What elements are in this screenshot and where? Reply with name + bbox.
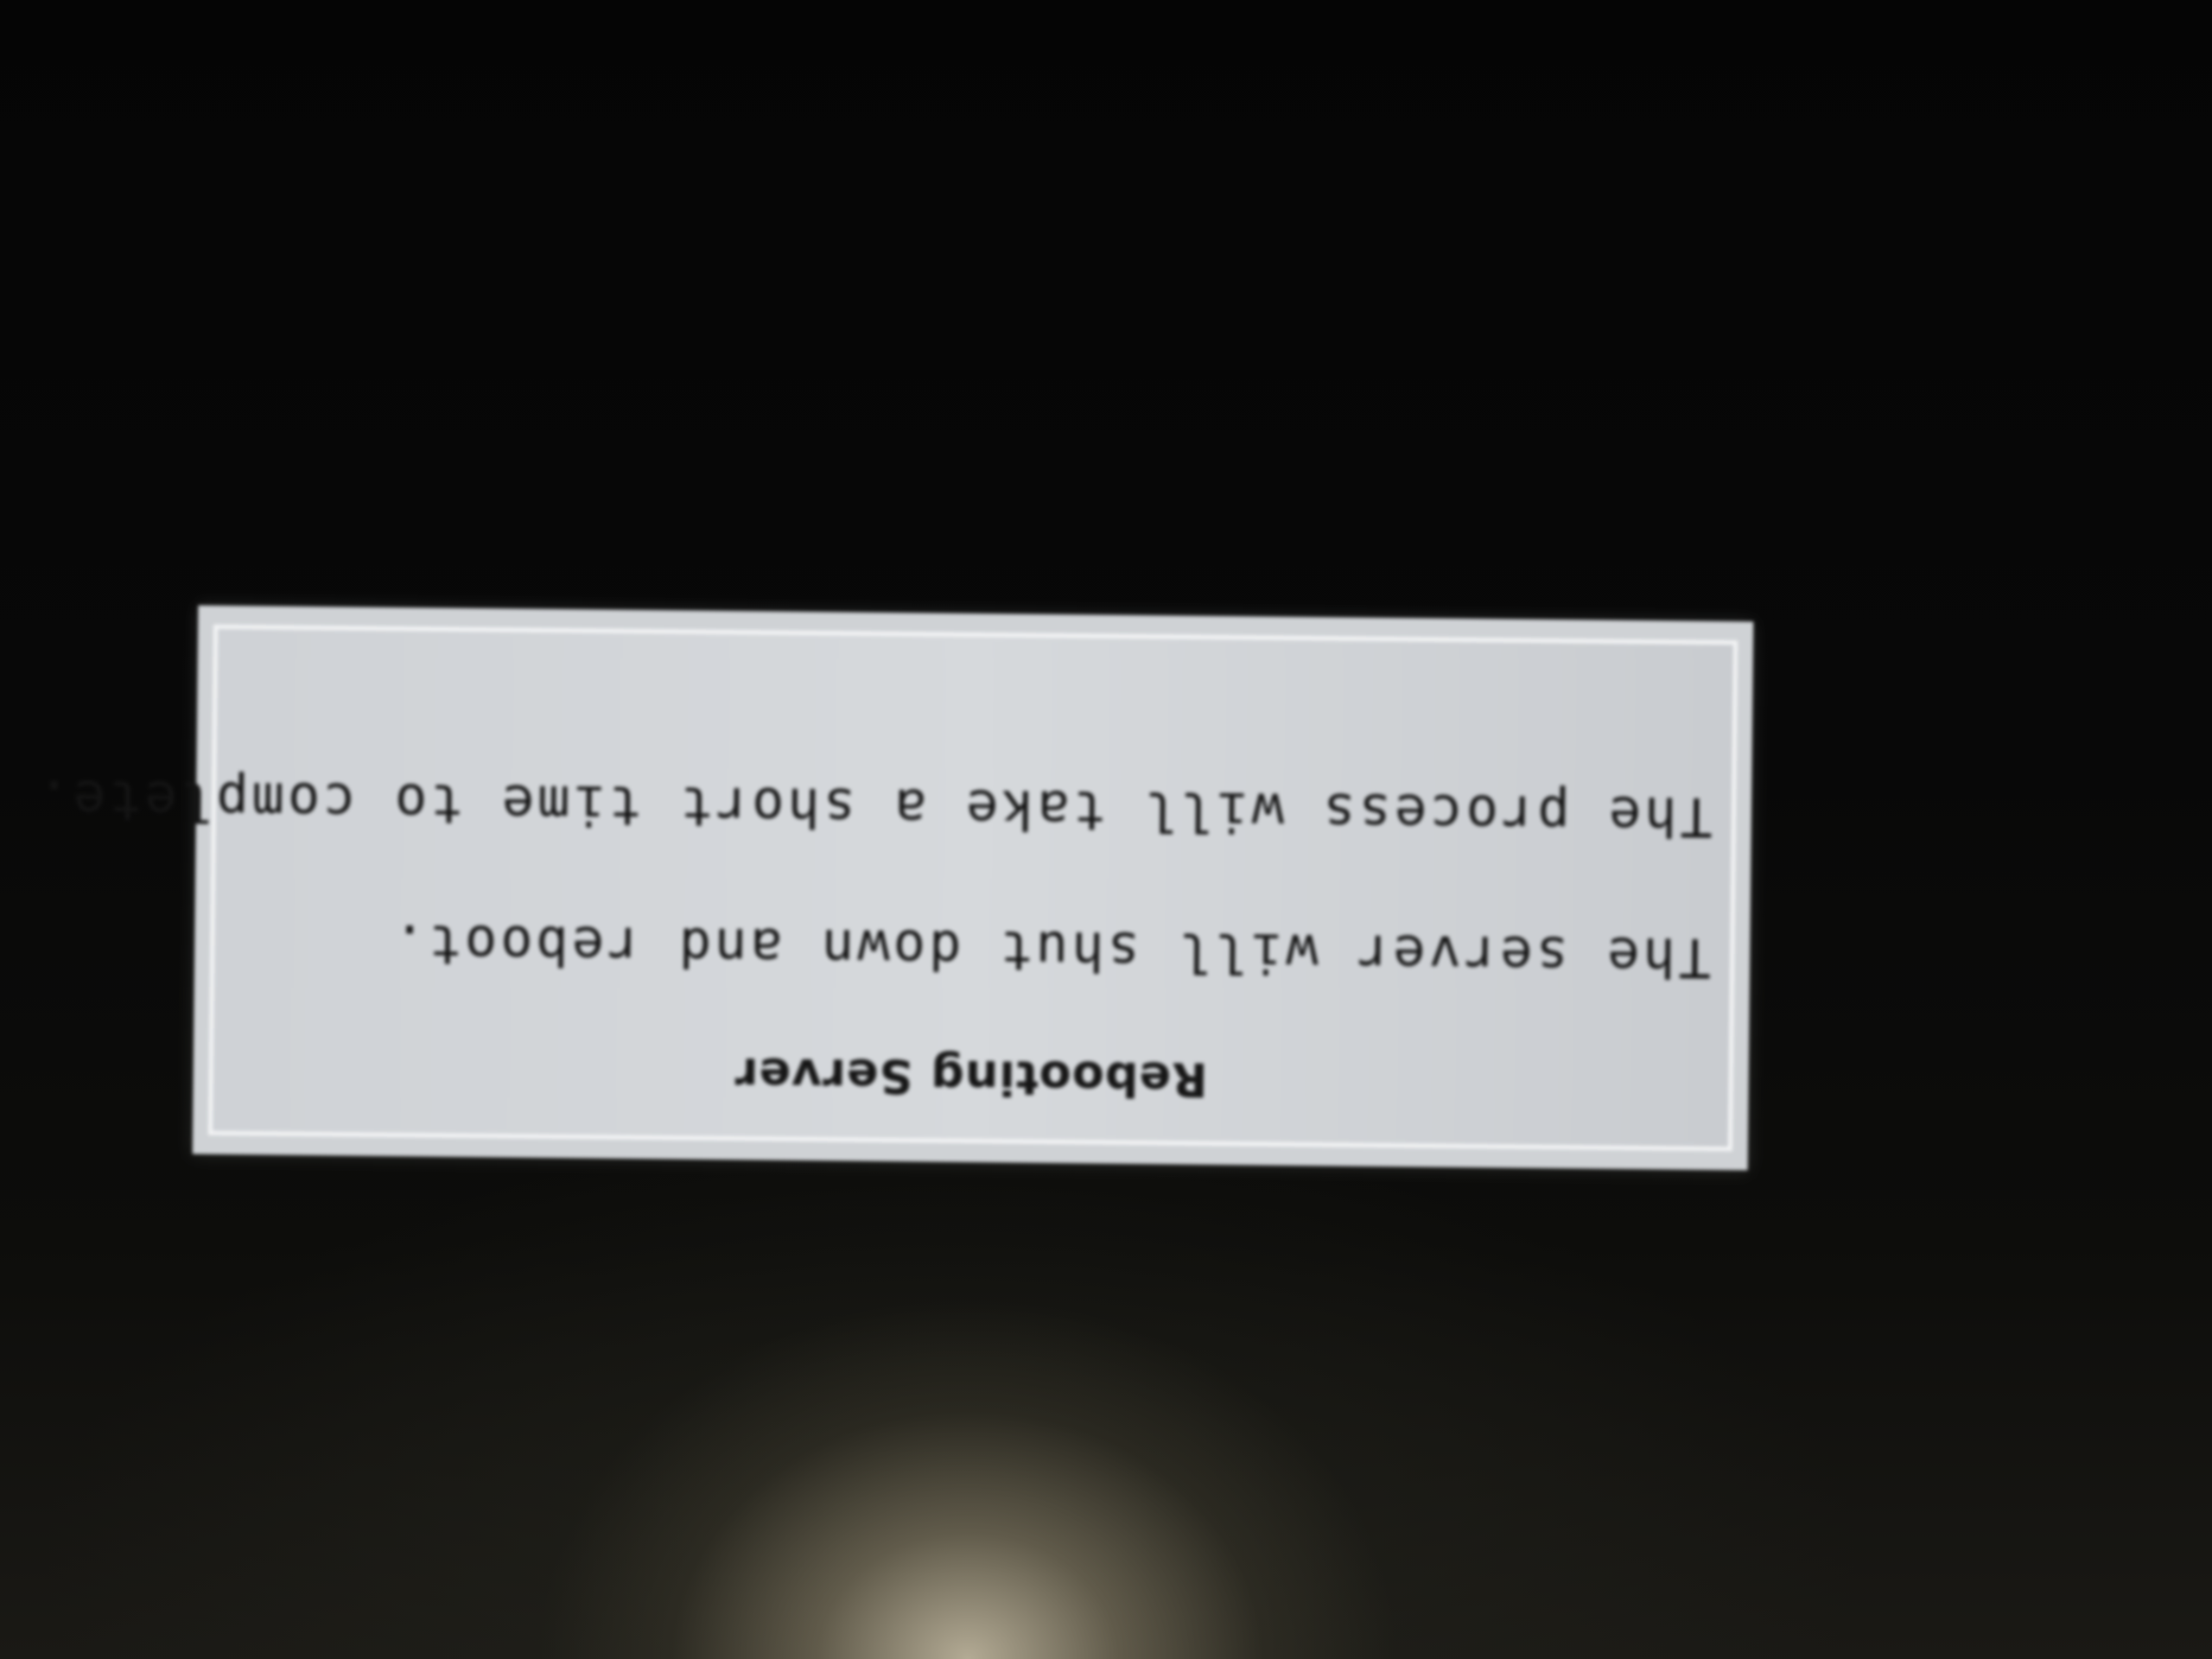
dialog-title: Rebooting Server bbox=[734, 1047, 1208, 1107]
dialog-message-line-2: The process will take a short time to co… bbox=[34, 767, 1713, 849]
reboot-dialog: Rebooting Server The server will shut do… bbox=[34, 605, 1754, 1171]
dialog-message-line-1: The server will shut down and reboot. bbox=[389, 912, 1712, 989]
dialog-frame: Rebooting Server The server will shut do… bbox=[34, 624, 1738, 1152]
monitor-screen: Rebooting Server The server will shut do… bbox=[0, 0, 2212, 1659]
